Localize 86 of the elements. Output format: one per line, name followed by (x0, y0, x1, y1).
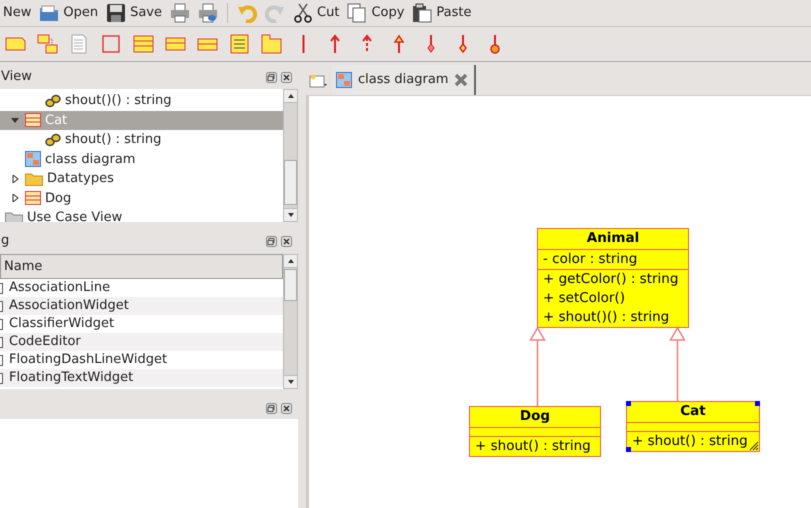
generalization-arrow[interactable] (529, 326, 546, 406)
scroll-up-button[interactable] (284, 255, 297, 268)
box-icon (101, 34, 122, 54)
scroll-up-icon (288, 94, 294, 98)
class-icon (133, 34, 154, 54)
open-button[interactable]: Open (38, 1, 100, 25)
diagram-canvas[interactable]: Animal - color : string + getColor() : string + setColor() + shout()() : string Dog + shout() : string Cat + shout() : string (306, 95, 811, 508)
diagram-icon (25, 151, 41, 168)
class-name: Animal (586, 229, 640, 248)
copy-button[interactable]: Copy (346, 1, 406, 25)
cut-button[interactable]: Cut (292, 1, 340, 25)
close-icon (281, 72, 292, 82)
diagram-link-icon (37, 34, 58, 54)
operation-icon (45, 94, 61, 108)
scrollbar[interactable] (283, 254, 298, 389)
checkbox[interactable] (0, 300, 3, 312)
list-item[interactable]: AssociationLine (9, 278, 110, 298)
diagram-link-tool-button[interactable] (36, 32, 59, 56)
line-icon (302, 34, 305, 54)
folder-icon (39, 3, 60, 23)
package-icon (261, 34, 282, 54)
checkbox[interactable] (0, 336, 3, 348)
tree-item[interactable]: Datatypes (0, 169, 283, 188)
float-icon (266, 72, 277, 82)
class-icon (25, 113, 41, 128)
class-icon (25, 191, 41, 206)
attribute: - color : string (543, 250, 638, 269)
selection-handle[interactable] (626, 401, 631, 406)
list-item[interactable]: FloatingDashLineWidget (9, 350, 168, 370)
scroll-thumb[interactable] (284, 160, 297, 205)
selection-handle[interactable] (755, 401, 760, 406)
save-button[interactable]: Save (105, 1, 164, 25)
close-icon (454, 73, 468, 87)
scroll-down-icon (288, 213, 294, 217)
list-item[interactable]: ClassifierWidget (9, 314, 114, 334)
checkbox[interactable] (0, 372, 3, 384)
close-icon (281, 236, 292, 246)
new-button[interactable]: New (2, 1, 32, 25)
scroll-up-button[interactable] (284, 90, 297, 103)
tab[interactable]: class diagram (332, 65, 476, 95)
package-tool-button[interactable] (260, 32, 283, 56)
column-header[interactable]: Name (0, 254, 283, 279)
scroll-down-button[interactable] (284, 375, 297, 388)
scroll-down-button[interactable] (284, 208, 297, 221)
class-name: Dog (520, 407, 550, 426)
checkbox[interactable] (0, 318, 3, 330)
resize-grip-icon (749, 441, 759, 451)
operation: + getColor() : string (543, 270, 678, 289)
copy-icon (347, 3, 368, 23)
scroll-thumb[interactable] (284, 269, 297, 301)
generalization-arrow[interactable] (669, 326, 686, 401)
tree-item[interactable]: class diagram (0, 150, 283, 169)
selection-handle[interactable] (626, 447, 631, 452)
operation: + shout() : string (632, 432, 748, 451)
folder-icon (25, 172, 43, 186)
enum-tool-button[interactable] (228, 32, 251, 56)
class-box[interactable]: Dog + shout() : string (469, 406, 601, 457)
scissors-icon (293, 3, 314, 23)
operation: + shout() : string (475, 437, 591, 456)
dock-title: g (0, 232, 10, 250)
tree-item[interactable]: shout() : string (0, 130, 283, 150)
scroll-down-icon (288, 380, 294, 384)
operation: + shout()() : string (543, 308, 670, 327)
operation-icon (45, 132, 61, 147)
save-icon (106, 3, 126, 23)
folder-icon (5, 210, 23, 222)
scrollbar[interactable] (283, 89, 298, 222)
class-name: Cat (680, 402, 706, 421)
checkbox[interactable] (0, 282, 3, 294)
float-icon (266, 236, 277, 246)
tree-item[interactable]: Use Case View (0, 208, 283, 222)
tree-item[interactable]: shout()() : string (0, 91, 283, 110)
scroll-up-icon (288, 259, 294, 263)
folder-icon (309, 74, 329, 88)
operation: + setColor() (543, 289, 626, 308)
checkbox[interactable] (0, 354, 3, 366)
class-box[interactable]: Cat + shout() : string (626, 401, 760, 452)
diagram-icon (336, 72, 352, 88)
dock-title: View (0, 68, 33, 86)
paste-icon (412, 3, 432, 23)
enum-icon (229, 34, 250, 54)
class-box[interactable]: Animal - color : string + getColor() : string + setColor() + shout()() : string (537, 228, 689, 328)
paste-button[interactable]: Paste (411, 1, 473, 25)
float-icon (266, 402, 277, 414)
close-icon (281, 402, 292, 414)
tree-item[interactable]: Dog (0, 188, 283, 208)
